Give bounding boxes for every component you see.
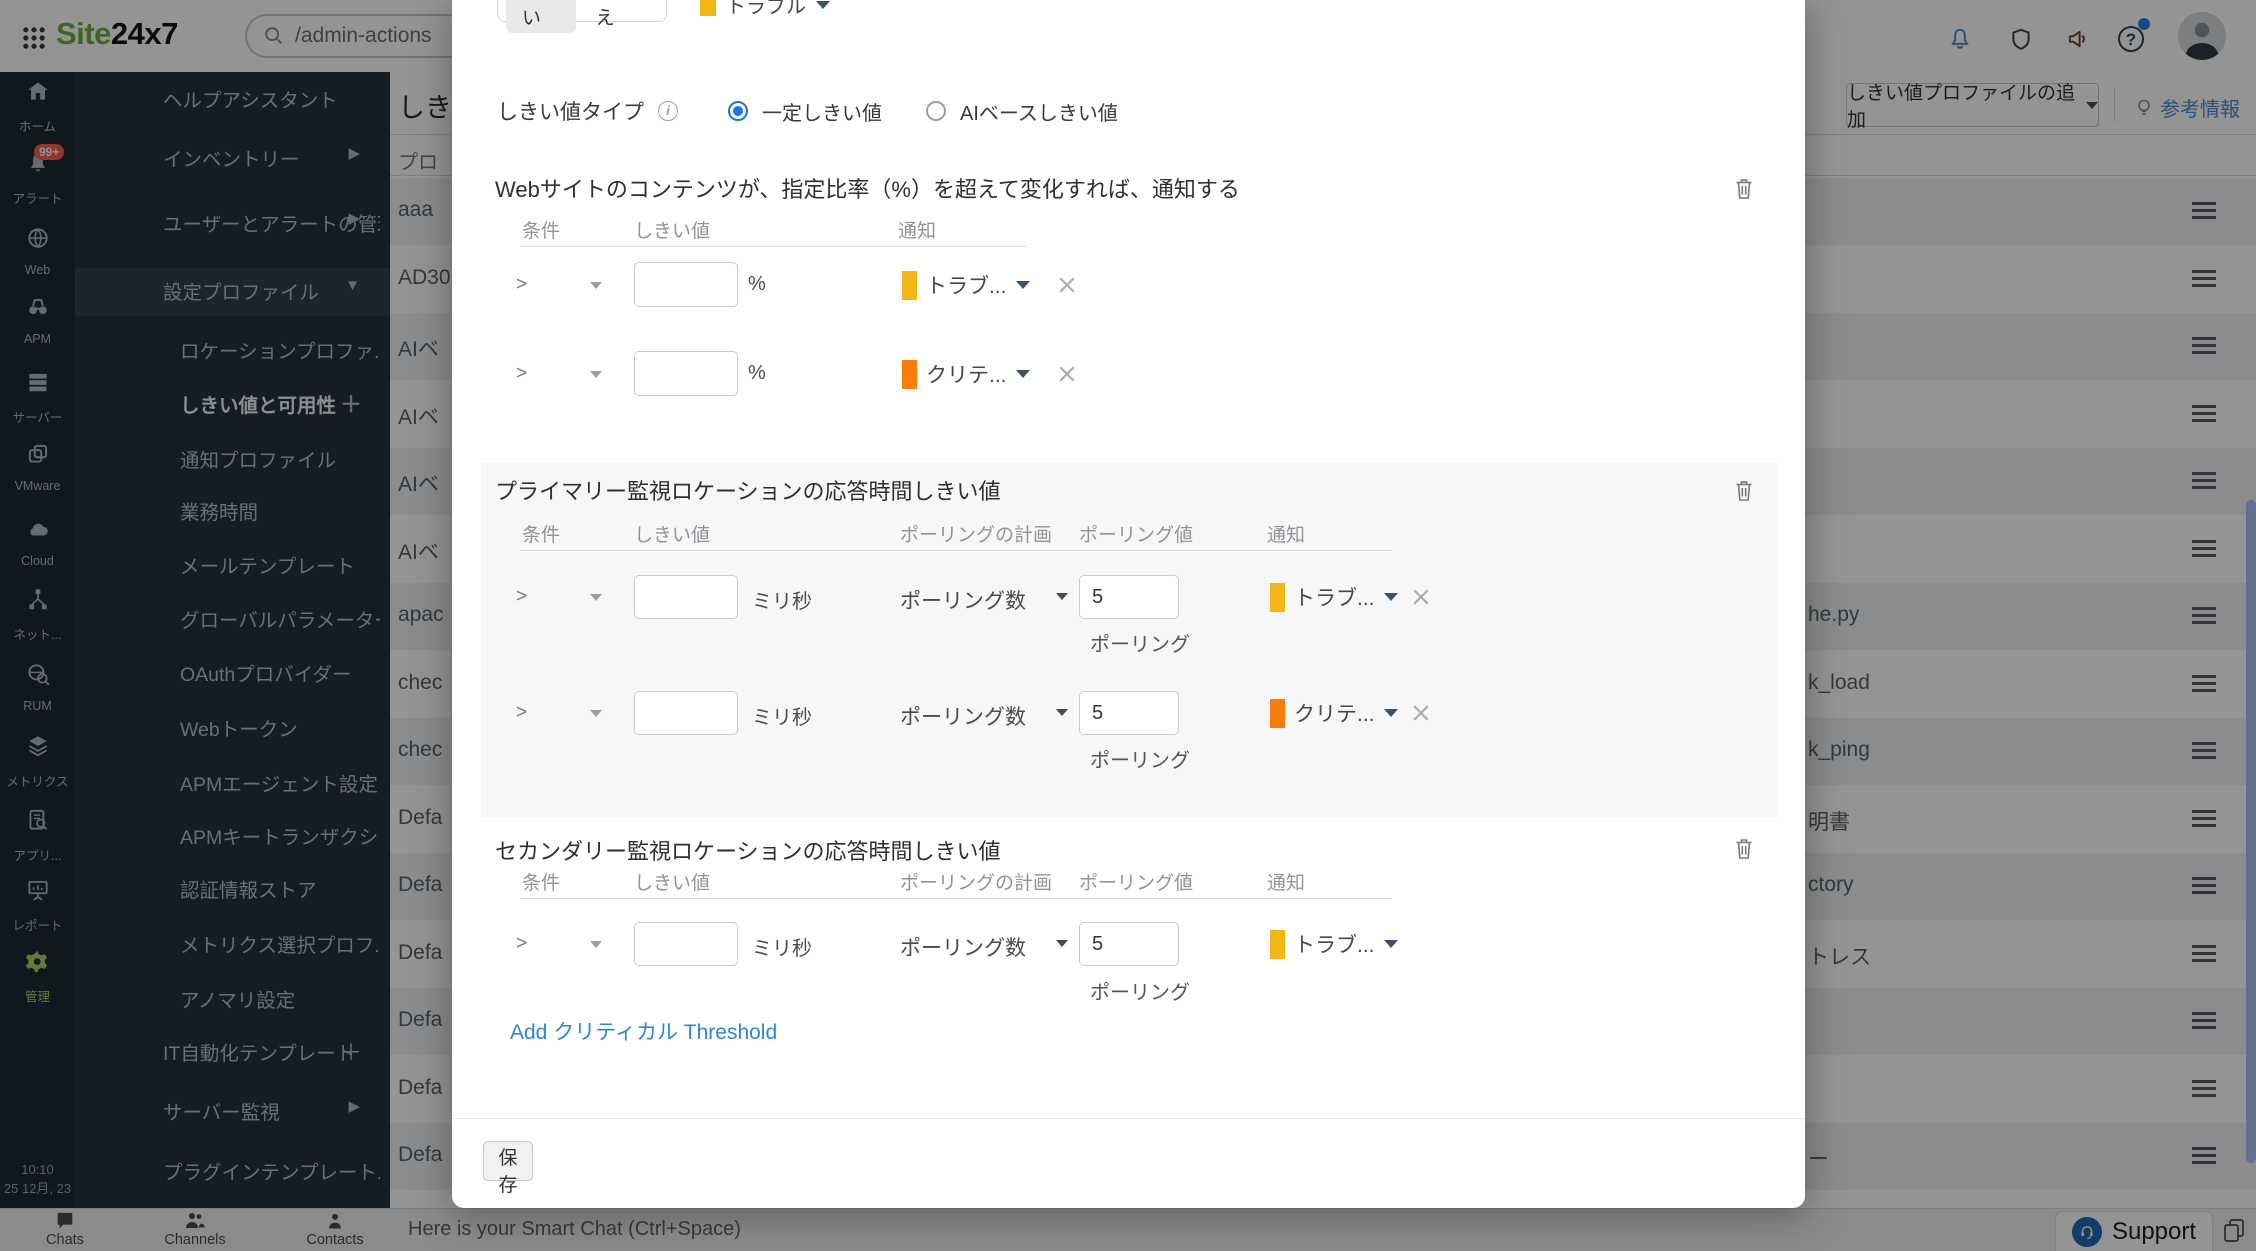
chevron-down-icon[interactable] xyxy=(1056,709,1068,716)
trouble-color-chip xyxy=(1270,583,1285,612)
trouble-color-chip xyxy=(1270,930,1285,959)
divider xyxy=(520,898,1392,899)
threshold-type-row: しきい値タイプ i 一定しきい値 AIベースしきい値 xyxy=(497,96,1118,126)
chevron-down-icon xyxy=(816,1,830,9)
poll-suffix-label: ポーリング xyxy=(1090,628,1190,657)
threshold-type-label: しきい値タイプ xyxy=(497,96,644,126)
notify-dropdown[interactable]: トラブ... xyxy=(1270,929,1398,959)
chevron-down-icon[interactable] xyxy=(590,710,602,717)
chevron-down-icon xyxy=(1384,940,1398,948)
radio-fixed-threshold[interactable] xyxy=(728,101,748,121)
chevron-down-icon[interactable] xyxy=(590,282,602,289)
delete-section-icon[interactable] xyxy=(1732,836,1756,862)
divider xyxy=(520,246,1027,247)
col-poll-value: ポーリング値 xyxy=(1079,868,1193,895)
col-poll-plan: ポーリングの計画 xyxy=(900,868,1052,895)
unit-label: ミリ秒 xyxy=(752,585,812,614)
divider xyxy=(452,1118,1805,1119)
notify-dropdown[interactable]: クリテ... xyxy=(902,359,1030,389)
notify-dropdown[interactable]: トラブル xyxy=(700,0,830,19)
chevron-down-icon[interactable] xyxy=(590,371,602,378)
col-condition: 条件 xyxy=(522,520,560,547)
critical-color-chip xyxy=(1270,699,1285,728)
delete-section-icon[interactable] xyxy=(1732,176,1756,202)
chevron-down-icon xyxy=(1384,709,1398,717)
remove-row-icon[interactable] xyxy=(1058,365,1076,383)
remove-row-icon[interactable] xyxy=(1412,704,1430,722)
divider xyxy=(520,550,1392,551)
poll-value-input[interactable] xyxy=(1079,922,1179,966)
notify-dropdown[interactable]: トラブ... xyxy=(1270,582,1398,612)
notify-dropdown[interactable]: トラブ... xyxy=(902,270,1030,300)
toggle-yes[interactable]: はい xyxy=(506,0,576,33)
threshold-value-input[interactable] xyxy=(634,351,738,396)
chevron-down-icon xyxy=(1016,370,1030,378)
col-condition: 条件 xyxy=(522,216,560,243)
poll-suffix-label: ポーリング xyxy=(1090,976,1190,1005)
chevron-down-icon[interactable] xyxy=(1056,940,1068,947)
poll-plan-dropdown[interactable]: ポーリング数 xyxy=(900,701,1026,731)
threshold-value-input[interactable] xyxy=(634,575,738,619)
col-threshold: しきい値 xyxy=(634,216,710,243)
condition-value[interactable]: > xyxy=(516,702,527,724)
section-primary-title: プライマリー監視ロケーションの応答時間しきい値 xyxy=(495,474,1001,506)
chevron-down-icon[interactable] xyxy=(1056,593,1068,600)
trouble-color-chip xyxy=(902,271,917,300)
toggle-no[interactable]: いいえ xyxy=(590,0,658,33)
remove-row-icon[interactable] xyxy=(1058,276,1076,294)
unit-label: % xyxy=(748,362,766,385)
section-content-title: Webサイトのコンテンツが、指定比率（%）を超えて変化すれば、通知する xyxy=(495,172,1240,204)
unit-label: ミリ秒 xyxy=(752,701,812,730)
radio-ai-threshold[interactable] xyxy=(926,101,946,121)
yes-no-toggle[interactable]: はい いいえ xyxy=(497,0,667,22)
chevron-down-icon xyxy=(1016,281,1030,289)
poll-value-input[interactable] xyxy=(1079,575,1179,619)
condition-value[interactable]: > xyxy=(516,363,527,385)
condition-value[interactable]: > xyxy=(516,586,527,608)
trouble-color-chip xyxy=(700,0,716,16)
remove-row-icon[interactable] xyxy=(1412,588,1430,606)
poll-plan-dropdown[interactable]: ポーリング数 xyxy=(900,932,1026,962)
screen: Site24x7 /admin-actions ? xyxy=(0,0,2256,1251)
col-notify: 通知 xyxy=(1267,520,1305,547)
delete-section-icon[interactable] xyxy=(1732,478,1756,504)
unit-label: ミリ秒 xyxy=(752,932,812,961)
threshold-value-input[interactable] xyxy=(634,262,738,307)
poll-value-input[interactable] xyxy=(1079,691,1179,735)
col-poll-value: ポーリング値 xyxy=(1079,520,1193,547)
col-threshold: しきい値 xyxy=(634,868,710,895)
threshold-value-input[interactable] xyxy=(634,691,738,735)
threshold-profile-modal: はい いいえ トラブル しきい値タイプ i 一定しきい値 AIベースしきい値 W… xyxy=(452,0,1805,1208)
add-critical-threshold-link[interactable]: Add クリティカル Threshold xyxy=(510,1016,777,1046)
col-notify: 通知 xyxy=(1267,868,1305,895)
critical-color-chip xyxy=(902,360,917,389)
chevron-down-icon[interactable] xyxy=(590,594,602,601)
chevron-down-icon[interactable] xyxy=(590,941,602,948)
condition-value[interactable]: > xyxy=(516,933,527,955)
col-condition: 条件 xyxy=(522,868,560,895)
condition-value[interactable]: > xyxy=(516,274,527,296)
col-threshold: しきい値 xyxy=(634,520,710,547)
chevron-down-icon xyxy=(1384,593,1398,601)
poll-plan-dropdown[interactable]: ポーリング数 xyxy=(900,585,1026,615)
poll-suffix-label: ポーリング xyxy=(1090,744,1190,773)
threshold-value-input[interactable] xyxy=(634,922,738,966)
info-icon[interactable]: i xyxy=(658,101,678,121)
col-notify: 通知 xyxy=(898,216,936,243)
col-poll-plan: ポーリングの計画 xyxy=(900,520,1052,547)
unit-label: % xyxy=(748,273,766,296)
section-secondary-title: セカンダリー監視ロケーションの応答時間しきい値 xyxy=(495,834,1001,866)
notify-dropdown[interactable]: クリテ... xyxy=(1270,698,1398,728)
save-button[interactable]: 保存 xyxy=(483,1141,533,1181)
